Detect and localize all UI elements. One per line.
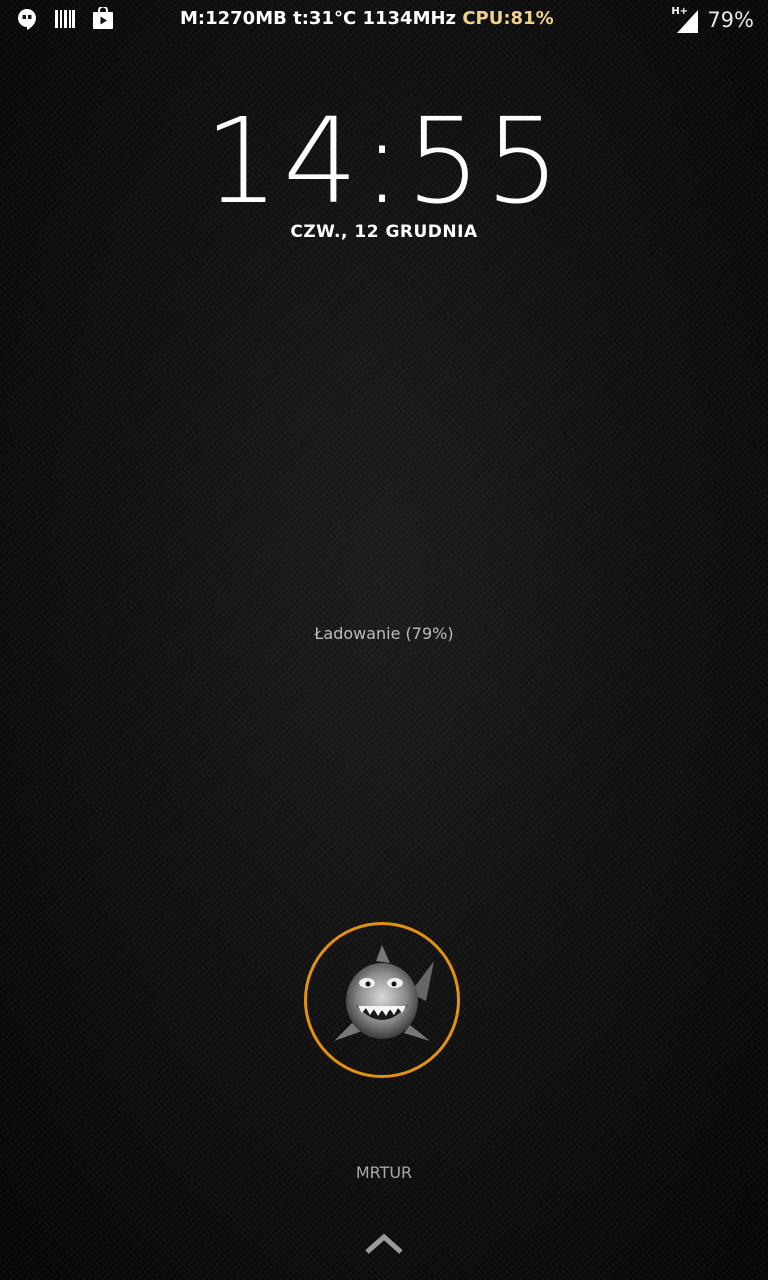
signal-icon: H+ (671, 6, 699, 34)
notification-icons (14, 6, 116, 32)
temperature-readout: t:31°C (293, 8, 357, 29)
clock: 14:55 (203, 92, 565, 230)
charging-status: Ładowanie (79%) (314, 624, 454, 643)
frequency-readout: 1134MHz (362, 8, 457, 29)
hangouts-icon (14, 6, 40, 32)
date-label: CZW., 12 GRUDNIA (290, 222, 478, 242)
shark-avatar (322, 943, 442, 1057)
system-status: H+ 79% (671, 6, 754, 34)
chevron-up-icon[interactable] (364, 1230, 404, 1256)
cpu-readout: CPU:81% (462, 8, 554, 29)
memory-readout: M:1270MB (180, 8, 287, 29)
unlock-ring[interactable] (304, 922, 460, 1078)
status-bar: M:1270MB t:31°C 1134MHz CPU:81% H+ 79% (0, 0, 768, 40)
play-store-icon (90, 6, 116, 32)
system-monitor: M:1270MB t:31°C 1134MHz CPU:81% (180, 8, 554, 29)
battery-percent: 79% (707, 8, 754, 32)
barcode-icon (52, 6, 78, 32)
owner-name: MRTUR (355, 1163, 413, 1182)
